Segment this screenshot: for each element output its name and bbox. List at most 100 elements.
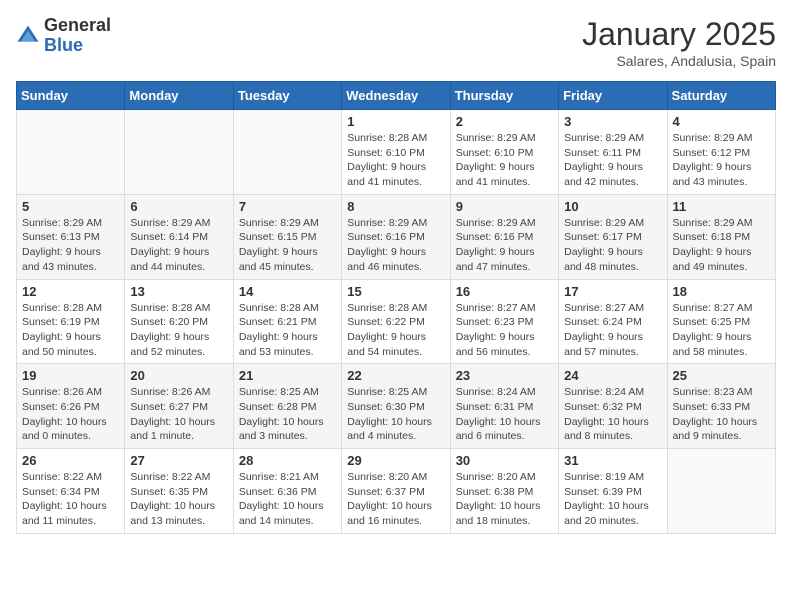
- day-number: 16: [456, 284, 553, 299]
- calendar-cell: [667, 449, 775, 534]
- calendar-cell: 7Sunrise: 8:29 AM Sunset: 6:15 PM Daylig…: [233, 194, 341, 279]
- day-info: Sunrise: 8:22 AM Sunset: 6:35 PM Dayligh…: [130, 470, 227, 529]
- logo-general-text: General: [44, 15, 111, 35]
- calendar-cell: 11 Sunrise: 8:29 AM Sunset: 6:18 PM Dayli…: [667, 194, 775, 279]
- day-number: 6: [130, 199, 227, 214]
- logo: General Blue: [16, 16, 111, 56]
- day-info: Sunrise: 8:28 AM Sunset: 6:19 PM Dayligh…: [22, 301, 119, 360]
- calendar-cell: 13Sunrise: 8:28 AM Sunset: 6:20 PM Dayli…: [125, 279, 233, 364]
- calendar-cell: 3 Sunrise: 8:29 AM Sunset: 6:11 PM Daylig…: [559, 110, 667, 195]
- calendar-cell: 6 Sunrise: 8:29 AM Sunset: 6:14 PM Daylig…: [125, 194, 233, 279]
- day-info: Sunrise: 8:28 AM Sunset: 6:22 PM Dayligh…: [347, 301, 444, 360]
- day-number: 31: [564, 453, 661, 468]
- calendar-cell: 16 Sunrise: 8:27 AM Sunset: 6:23 PM Dayli…: [450, 279, 558, 364]
- calendar-cell: [233, 110, 341, 195]
- day-number: 9: [456, 199, 553, 214]
- day-number: 18: [673, 284, 770, 299]
- weekday-header-wednesday: Wednesday: [342, 82, 450, 110]
- day-info: Sunrise: 8:27 AM Sunset: 6:24 PM Dayligh…: [564, 301, 661, 360]
- day-info: Sunrise: 8:26 AM Sunset: 6:27 PM Dayligh…: [130, 385, 227, 444]
- calendar-cell: 4Sunrise: 8:29 AM Sunset: 6:12 PM Daylig…: [667, 110, 775, 195]
- weekday-header-row: SundayMondayTuesdayWednesdayThursdayFrid…: [17, 82, 776, 110]
- day-number: 11: [673, 199, 770, 214]
- day-number: 1: [347, 114, 444, 129]
- day-info: Sunrise: 8:27 AM Sunset: 6:23 PM Dayligh…: [456, 301, 553, 360]
- calendar-cell: 29 Sunrise: 8:20 AM Sunset: 6:37 PM Dayli…: [342, 449, 450, 534]
- calendar-week-4: 19Sunrise: 8:26 AM Sunset: 6:26 PM Dayli…: [17, 364, 776, 449]
- day-number: 3: [564, 114, 661, 129]
- day-number: 23: [456, 368, 553, 383]
- day-info: Sunrise: 8:25 AM Sunset: 6:28 PM Dayligh…: [239, 385, 336, 444]
- calendar-week-5: 26Sunrise: 8:22 AM Sunset: 6:34 PM Dayli…: [17, 449, 776, 534]
- calendar-cell: [125, 110, 233, 195]
- calendar-cell: 1 Sunrise: 8:28 AM Sunset: 6:10 PM Daylig…: [342, 110, 450, 195]
- day-info: Sunrise: 8:29 AM Sunset: 6:16 PM Dayligh…: [347, 216, 444, 275]
- day-info: Sunrise: 8:26 AM Sunset: 6:26 PM Dayligh…: [22, 385, 119, 444]
- calendar-cell: 5Sunrise: 8:29 AM Sunset: 6:13 PM Daylig…: [17, 194, 125, 279]
- day-number: 28: [239, 453, 336, 468]
- calendar-cell: 15 Sunrise: 8:28 AM Sunset: 6:22 PM Dayli…: [342, 279, 450, 364]
- day-info: Sunrise: 8:29 AM Sunset: 6:12 PM Dayligh…: [673, 131, 770, 190]
- day-number: 10: [564, 199, 661, 214]
- page-header: General Blue January 2025 Salares, Andal…: [16, 16, 776, 69]
- weekday-header-sunday: Sunday: [17, 82, 125, 110]
- calendar-week-2: 5Sunrise: 8:29 AM Sunset: 6:13 PM Daylig…: [17, 194, 776, 279]
- day-number: 12: [22, 284, 119, 299]
- day-info: Sunrise: 8:20 AM Sunset: 6:38 PM Dayligh…: [456, 470, 553, 529]
- calendar-week-1: 1 Sunrise: 8:28 AM Sunset: 6:10 PM Daylig…: [17, 110, 776, 195]
- day-number: 21: [239, 368, 336, 383]
- logo-blue-text: Blue: [44, 35, 83, 55]
- calendar-cell: 20 Sunrise: 8:26 AM Sunset: 6:27 PM Dayli…: [125, 364, 233, 449]
- calendar-cell: 23 Sunrise: 8:24 AM Sunset: 6:31 PM Dayli…: [450, 364, 558, 449]
- calendar-cell: 12 Sunrise: 8:28 AM Sunset: 6:19 PM Dayli…: [17, 279, 125, 364]
- day-number: 29: [347, 453, 444, 468]
- day-number: 25: [673, 368, 770, 383]
- calendar-week-3: 12 Sunrise: 8:28 AM Sunset: 6:19 PM Dayli…: [17, 279, 776, 364]
- day-info: Sunrise: 8:23 AM Sunset: 6:33 PM Dayligh…: [673, 385, 770, 444]
- calendar-cell: 21 Sunrise: 8:25 AM Sunset: 6:28 PM Dayli…: [233, 364, 341, 449]
- calendar-cell: 2 Sunrise: 8:29 AM Sunset: 6:10 PM Daylig…: [450, 110, 558, 195]
- day-number: 20: [130, 368, 227, 383]
- day-info: Sunrise: 8:28 AM Sunset: 6:21 PM Dayligh…: [239, 301, 336, 360]
- day-info: Sunrise: 8:29 AM Sunset: 6:11 PM Dayligh…: [564, 131, 661, 190]
- calendar-cell: 28Sunrise: 8:21 AM Sunset: 6:36 PM Dayli…: [233, 449, 341, 534]
- day-number: 17: [564, 284, 661, 299]
- weekday-header-monday: Monday: [125, 82, 233, 110]
- day-number: 22: [347, 368, 444, 383]
- day-number: 26: [22, 453, 119, 468]
- day-info: Sunrise: 8:29 AM Sunset: 6:14 PM Dayligh…: [130, 216, 227, 275]
- calendar-cell: 22 Sunrise: 8:25 AM Sunset: 6:30 PM Dayli…: [342, 364, 450, 449]
- calendar-cell: 25 Sunrise: 8:23 AM Sunset: 6:33 PM Dayli…: [667, 364, 775, 449]
- calendar-cell: [17, 110, 125, 195]
- day-info: Sunrise: 8:28 AM Sunset: 6:10 PM Dayligh…: [347, 131, 444, 190]
- weekday-header-saturday: Saturday: [667, 82, 775, 110]
- day-number: 5: [22, 199, 119, 214]
- calendar-cell: 31Sunrise: 8:19 AM Sunset: 6:39 PM Dayli…: [559, 449, 667, 534]
- day-info: Sunrise: 8:20 AM Sunset: 6:37 PM Dayligh…: [347, 470, 444, 529]
- day-info: Sunrise: 8:24 AM Sunset: 6:32 PM Dayligh…: [564, 385, 661, 444]
- weekday-header-tuesday: Tuesday: [233, 82, 341, 110]
- day-info: Sunrise: 8:29 AM Sunset: 6:10 PM Dayligh…: [456, 131, 553, 190]
- day-info: Sunrise: 8:27 AM Sunset: 6:25 PM Dayligh…: [673, 301, 770, 360]
- day-number: 27: [130, 453, 227, 468]
- day-info: Sunrise: 8:29 AM Sunset: 6:18 PM Dayligh…: [673, 216, 770, 275]
- weekday-header-friday: Friday: [559, 82, 667, 110]
- calendar-cell: 26Sunrise: 8:22 AM Sunset: 6:34 PM Dayli…: [17, 449, 125, 534]
- calendar-cell: 18 Sunrise: 8:27 AM Sunset: 6:25 PM Dayli…: [667, 279, 775, 364]
- day-info: Sunrise: 8:28 AM Sunset: 6:20 PM Dayligh…: [130, 301, 227, 360]
- day-info: Sunrise: 8:25 AM Sunset: 6:30 PM Dayligh…: [347, 385, 444, 444]
- location-text: Salares, Andalusia, Spain: [582, 53, 776, 69]
- day-number: 7: [239, 199, 336, 214]
- logo-icon: [16, 24, 40, 48]
- calendar-cell: 8 Sunrise: 8:29 AM Sunset: 6:16 PM Daylig…: [342, 194, 450, 279]
- day-number: 8: [347, 199, 444, 214]
- calendar-cell: 19Sunrise: 8:26 AM Sunset: 6:26 PM Dayli…: [17, 364, 125, 449]
- day-number: 15: [347, 284, 444, 299]
- month-title: January 2025: [582, 16, 776, 53]
- calendar-cell: 9 Sunrise: 8:29 AM Sunset: 6:16 PM Daylig…: [450, 194, 558, 279]
- day-number: 2: [456, 114, 553, 129]
- title-block: January 2025 Salares, Andalusia, Spain: [582, 16, 776, 69]
- day-info: Sunrise: 8:24 AM Sunset: 6:31 PM Dayligh…: [456, 385, 553, 444]
- day-info: Sunrise: 8:29 AM Sunset: 6:16 PM Dayligh…: [456, 216, 553, 275]
- day-info: Sunrise: 8:29 AM Sunset: 6:17 PM Dayligh…: [564, 216, 661, 275]
